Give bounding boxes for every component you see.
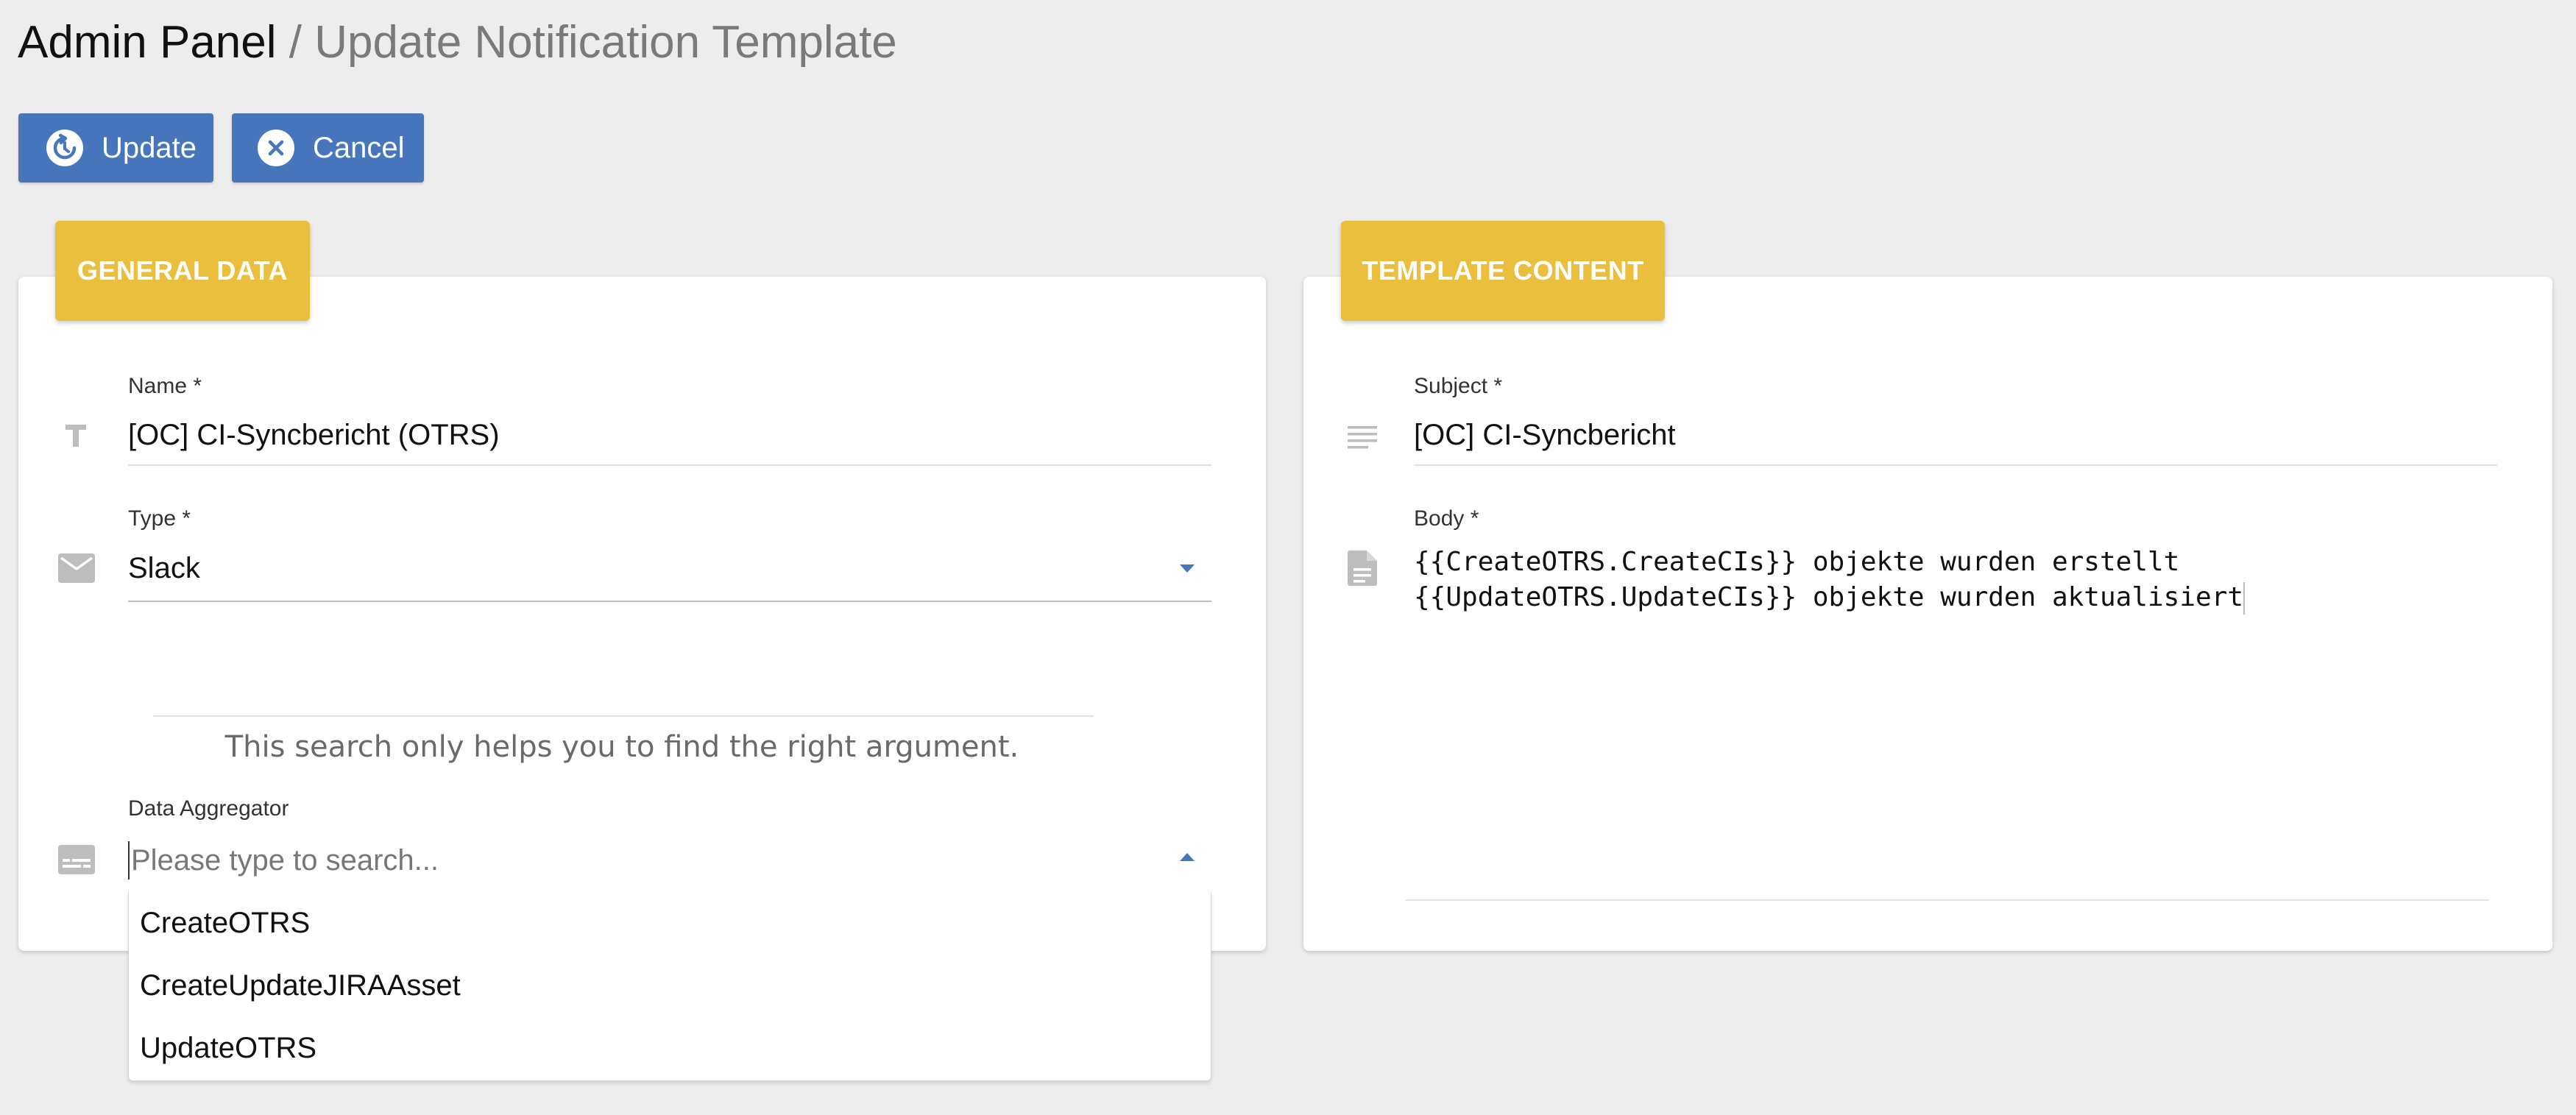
chevron-down-icon[interactable] [1180,564,1195,573]
template-content-tab: TEMPLATE CONTENT [1341,221,1665,321]
type-select[interactable]: Slack [128,552,200,585]
general-data-tab: GENERAL DATA [55,221,310,321]
type-field-underline [128,601,1211,602]
type-field-label: Type * [128,506,191,531]
close-circle-icon [257,129,295,167]
data-aggregator-search-input[interactable] [128,841,1183,879]
search-hint: This search only helps you to find the r… [224,730,1019,764]
text-format-icon [57,417,94,453]
dropdown-option-createupdatejiraasset[interactable]: CreateUpdateJIRAAsset [129,955,1211,1017]
update-button-label: Update [102,131,197,164]
breadcrumb-separator: / [289,17,302,68]
document-icon [1344,548,1381,589]
breadcrumb-root[interactable]: Admin Panel [18,17,277,68]
body-line-last: {{UpdateOTRS.UpdateCIs}} objekte wurden … [1414,580,2246,615]
page-title: Update Notification Template [314,17,897,68]
body-textarea[interactable]: {{CreateOTRS.CreateCIs}} objekte wurden … [1414,545,2246,615]
cancel-button-label: Cancel [313,131,405,164]
data-aggregator-label: Data Aggregator [128,796,289,821]
subject-field-label: Subject * [1414,374,1503,398]
subject-field-underline [1414,464,2497,466]
name-field[interactable]: [OC] CI-Syncbericht (OTRS) [128,419,500,452]
subtitles-icon [56,839,97,880]
dropdown-option-createotrs[interactable]: CreateOTRS [129,892,1211,955]
body-line: {{CreateOTRS.CreateCIs}} objekte wurden … [1414,547,2180,577]
subject-lines-icon [1344,418,1381,455]
body-field-underline [1406,899,2489,901]
text-cursor [2243,582,2246,615]
hint-divider [153,715,1094,717]
chevron-up-icon[interactable] [1180,853,1195,861]
dropdown-option-updateotrs[interactable]: UpdateOTRS [129,1017,1211,1080]
body-line: {{UpdateOTRS.UpdateCIs}} objekte wurden … [1414,582,2244,612]
envelope-icon [56,548,97,589]
subject-field[interactable]: [OC] CI-Syncbericht [1414,419,1676,452]
body-field-label: Body * [1414,506,1479,531]
data-aggregator-dropdown: CreateOTRS CreateUpdateJIRAAsset UpdateO… [128,892,1211,1081]
name-field-label: Name * [128,374,202,398]
breadcrumb: Admin Panel / Update Notification Templa… [18,16,897,69]
refresh-circle-icon [46,129,84,167]
cancel-button[interactable]: Cancel [232,113,424,183]
update-button[interactable]: Update [18,113,213,183]
name-field-underline [128,464,1211,466]
